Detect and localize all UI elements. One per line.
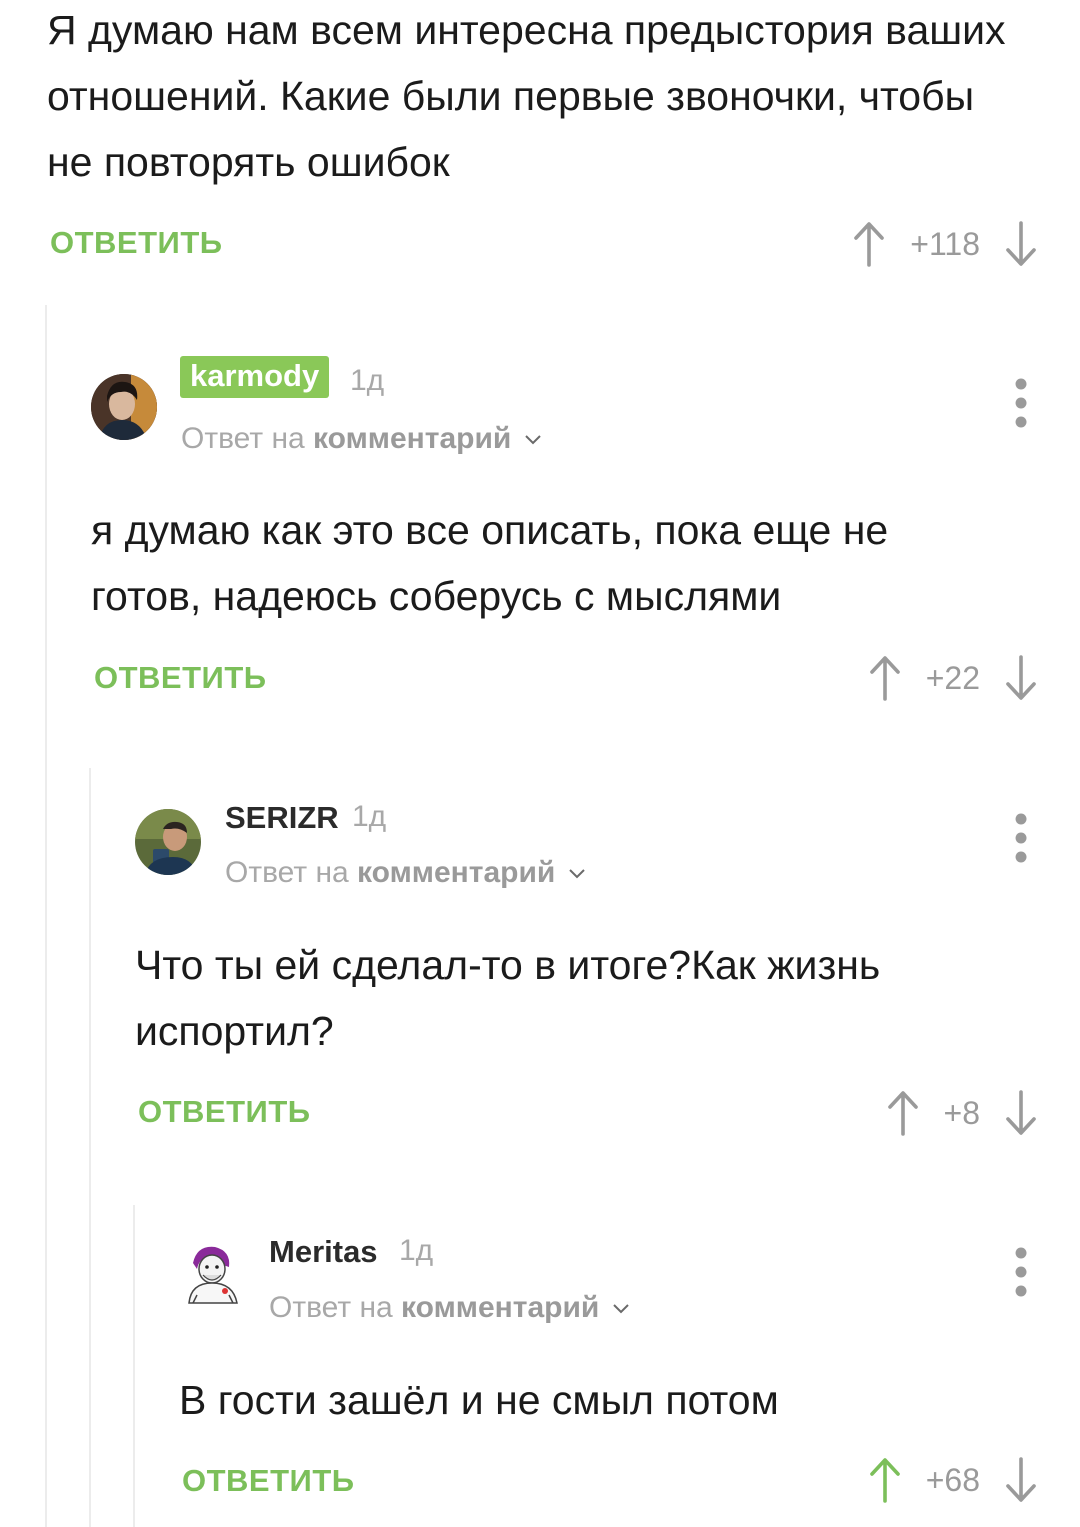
- comment-text: Что ты ей сделал-то в итоге?Как жизнь ис…: [135, 942, 881, 1054]
- username[interactable]: SERIZR: [225, 800, 339, 836]
- more-vertical-icon[interactable]: [1011, 374, 1031, 434]
- vote-controls: +118: [852, 214, 1038, 274]
- chevron-down-icon: [613, 1304, 629, 1314]
- arrow-up-icon[interactable]: [886, 1088, 920, 1138]
- vote-controls: +68: [868, 1450, 1038, 1510]
- arrow-up-icon[interactable]: [852, 219, 886, 269]
- arrow-down-icon[interactable]: [1004, 1455, 1038, 1505]
- reply-button[interactable]: ОТВЕТИТЬ: [50, 225, 223, 261]
- comment-text: Я думаю нам всем интересна предыстория в…: [47, 7, 1006, 185]
- rating-value: +8: [943, 1094, 980, 1131]
- reply-to-target: комментарий: [313, 422, 512, 455]
- avatar[interactable]: [135, 809, 201, 875]
- user-avatar-icon: [179, 1243, 245, 1309]
- reply-to-link[interactable]: Ответ на комментарий: [225, 856, 586, 890]
- vote-controls: +8: [886, 1083, 1038, 1143]
- reply-button[interactable]: ОТВЕТИТЬ: [138, 1094, 311, 1130]
- arrow-up-icon[interactable]: [868, 653, 902, 703]
- comment-text: В гости зашёл и не смыл потом: [179, 1377, 779, 1423]
- avatar[interactable]: [179, 1243, 245, 1309]
- reply-to-prefix: Ответ на: [269, 1291, 393, 1324]
- arrow-up-icon[interactable]: [868, 1455, 902, 1505]
- thread-line: [133, 1205, 135, 1527]
- reply-to-target: комментарий: [401, 1291, 600, 1324]
- comment-text: я думаю как это все описать, пока еще не…: [91, 507, 889, 619]
- arrow-down-icon[interactable]: [1004, 1088, 1038, 1138]
- reply-to-link[interactable]: Ответ на комментарий: [181, 422, 542, 456]
- reply-to-prefix: Ответ на: [181, 422, 305, 455]
- rating-value: +118: [910, 225, 980, 262]
- reply-button[interactable]: ОТВЕТИТЬ: [94, 660, 267, 696]
- reply-to-target: комментарий: [357, 856, 556, 889]
- avatar[interactable]: [91, 374, 157, 440]
- reply-button[interactable]: ОТВЕТИТЬ: [182, 1463, 355, 1499]
- reply-to-link[interactable]: Ответ на комментарий: [269, 1291, 630, 1325]
- vote-controls: +22: [868, 648, 1038, 708]
- reply-to-prefix: Ответ на: [225, 856, 349, 889]
- username[interactable]: karmody: [180, 356, 330, 398]
- comment-time: 1д: [399, 1234, 434, 1267]
- arrow-down-icon[interactable]: [1004, 219, 1038, 269]
- more-vertical-icon[interactable]: [1011, 1243, 1031, 1303]
- comment-time: 1д: [350, 364, 385, 397]
- user-avatar-icon: [91, 374, 157, 440]
- username[interactable]: Meritas: [269, 1234, 378, 1270]
- rating-value: +22: [925, 659, 980, 696]
- thread-line: [45, 305, 47, 1527]
- chevron-down-icon: [569, 869, 585, 879]
- comment-time: 1д: [352, 800, 387, 833]
- rating-value: +68: [925, 1461, 980, 1498]
- user-avatar-icon: [135, 809, 201, 875]
- arrow-down-icon[interactable]: [1004, 653, 1038, 703]
- thread-line: [89, 768, 91, 1527]
- more-vertical-icon[interactable]: [1011, 809, 1031, 869]
- chevron-down-icon: [525, 435, 541, 445]
